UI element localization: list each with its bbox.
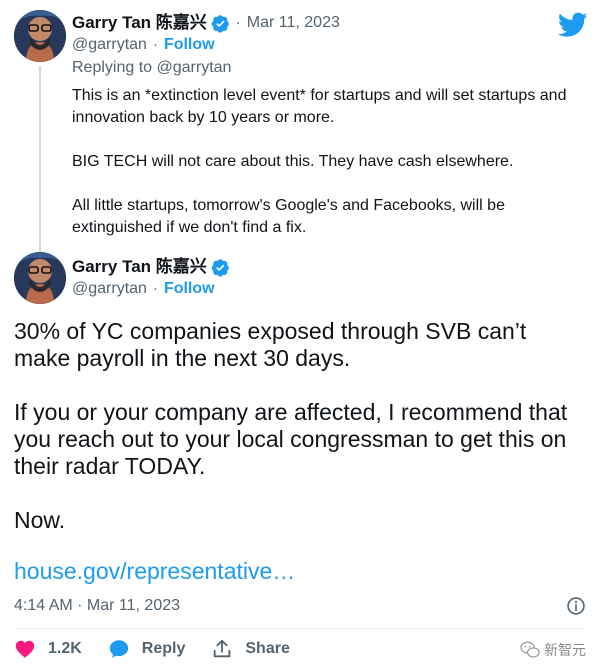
avatar[interactable] (14, 252, 66, 304)
reply-button[interactable]: Reply (108, 638, 186, 660)
tweet-text: This is an *extinction level event* for … (72, 85, 592, 261)
replying-to[interactable]: Replying to @garrytan (72, 58, 231, 78)
reply-label: Reply (141, 640, 186, 657)
watermark: 新智元 (520, 640, 586, 660)
author-name[interactable]: Garry Tan 陈嘉兴 (72, 12, 207, 34)
author-handle[interactable]: @garrytan (72, 34, 147, 56)
share-button[interactable]: Share (211, 638, 290, 660)
divider (14, 628, 586, 629)
tweet-actions: 1.2K Reply Share (14, 638, 316, 660)
tweet-paragraph: This is an *extinction level event* for … (72, 87, 567, 126)
verified-badge-icon (211, 258, 229, 277)
thread-line (39, 66, 41, 254)
tweet-paragraph: 30% of YC companies exposed through SVB … (14, 318, 527, 371)
tweet-paragraph: BIG TECH will not care about this. They … (72, 153, 514, 170)
reply-bubble-icon (109, 640, 128, 658)
watermark-text: 新智元 (544, 642, 586, 658)
author-handle[interactable]: @garrytan (72, 278, 147, 300)
tweet-paragraph: All little startups, tomorrow's Google's… (72, 197, 505, 236)
tweet-date[interactable]: Mar 11, 2023 (247, 12, 340, 34)
avatar[interactable] (14, 10, 66, 62)
tweet-paragraph: If you or your company are affected, I r… (14, 399, 568, 479)
tweet-link[interactable]: house.gov/representative… (14, 558, 295, 585)
follow-button[interactable]: Follow (164, 278, 215, 300)
like-count: 1.2K (48, 640, 82, 657)
follow-button[interactable]: Follow (164, 34, 215, 56)
verified-badge-icon (211, 14, 229, 33)
heart-icon (15, 640, 35, 658)
separator-dot: · (152, 36, 158, 53)
author-name[interactable]: Garry Tan 陈嘉兴 (72, 256, 207, 278)
like-button[interactable]: 1.2K (14, 638, 82, 660)
share-icon (214, 639, 231, 658)
separator-dot: · (152, 280, 158, 297)
tweet-paragraph: Now. (14, 507, 66, 533)
tweet-text: 30% of YC companies exposed through SVB … (14, 318, 586, 561)
separator-dot: · (235, 14, 241, 31)
info-icon[interactable] (566, 596, 586, 616)
wechat-icon (520, 641, 540, 658)
share-label: Share (245, 640, 290, 657)
tweet-timestamp[interactable]: 4:14 AM · Mar 11, 2023 (14, 596, 180, 616)
